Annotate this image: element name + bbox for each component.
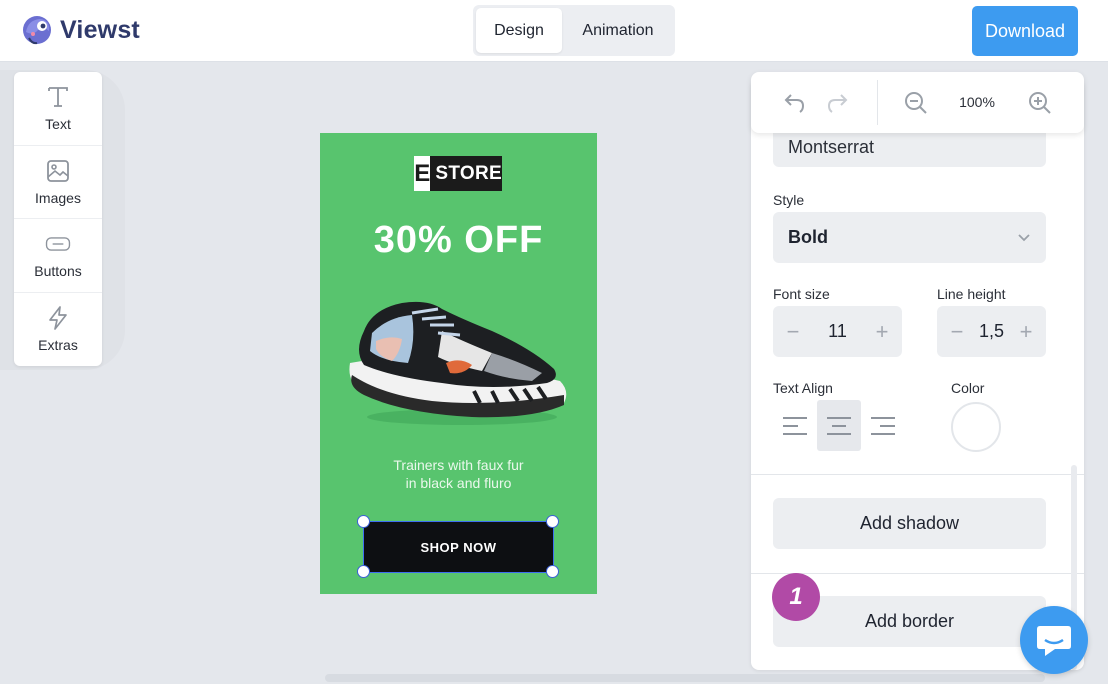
store-logo[interactable]: E STORE [414, 156, 502, 191]
sneaker-image[interactable] [342, 291, 572, 431]
tool-images-label: Images [35, 189, 81, 206]
align-center-button[interactable] [817, 400, 861, 451]
chat-button[interactable] [1020, 606, 1088, 674]
resize-handle-top-left[interactable] [357, 515, 370, 528]
top-bar: Viewst Design Animation Download [0, 0, 1108, 62]
line-height-stepper[interactable]: − 1,5 + [937, 306, 1046, 357]
step-badge: 1 [772, 573, 820, 621]
chevron-down-icon [1018, 233, 1030, 241]
line-height-label: Line height [937, 286, 1006, 302]
font-size-value[interactable]: 11 [828, 321, 847, 342]
font-size-decrement[interactable]: − [783, 319, 803, 345]
banner-headline[interactable]: 30% OFF [320, 219, 597, 262]
app-logo[interactable]: Viewst [20, 12, 140, 48]
resize-handle-bottom-right[interactable] [546, 565, 559, 578]
text-icon [48, 87, 68, 108]
banner-canvas[interactable]: E STORE 30% OFF Trainers with faux fur i… [320, 133, 597, 594]
banner-description-line-1: Trainers with faux fur [393, 457, 524, 473]
tools-sidebar: Text Images Buttons Extras [14, 72, 102, 366]
chat-bubble-icon [1037, 626, 1071, 656]
add-shadow-button[interactable]: Add shadow [773, 498, 1046, 549]
align-center-icon [827, 416, 851, 435]
align-right-button[interactable] [861, 400, 905, 451]
color-label: Color [951, 380, 985, 396]
history-zoom-bar: 100% [751, 72, 1084, 133]
zoom-value: 100% [959, 94, 995, 110]
chameleon-logo-icon [23, 16, 51, 45]
line-height-value[interactable]: 1,5 [979, 321, 1004, 342]
text-align-group [773, 400, 905, 451]
store-logo-letter: E [414, 156, 431, 191]
tool-extras[interactable]: Extras [14, 293, 102, 367]
font-size-increment[interactable]: + [872, 319, 892, 345]
app-name: Viewst [60, 15, 140, 44]
zoom-out-icon[interactable] [903, 90, 929, 116]
zoom-bar-separator [877, 80, 878, 125]
banner-description-line-2: in black and fluro [405, 475, 512, 491]
line-height-increment[interactable]: + [1016, 319, 1036, 345]
tool-extras-label: Extras [38, 337, 78, 354]
line-height-decrement[interactable]: − [947, 319, 967, 345]
redo-icon[interactable] [825, 90, 851, 116]
font-size-stepper[interactable]: − 11 + [773, 306, 902, 357]
tool-text-label: Text [45, 116, 71, 133]
button-icon [45, 237, 71, 252]
mode-switch: Design Animation [473, 5, 675, 56]
zoom-in-icon[interactable] [1027, 90, 1053, 116]
canvas-horizontal-scrollbar[interactable] [325, 674, 1045, 682]
panel-divider [751, 474, 1084, 475]
style-value: Bold [788, 227, 828, 247]
download-button[interactable]: Download [972, 6, 1078, 56]
align-right-icon [871, 416, 895, 435]
tab-design[interactable]: Design [476, 8, 562, 53]
tool-text[interactable]: Text [14, 72, 102, 146]
font-family-select[interactable]: Montserrat [773, 127, 1046, 167]
align-left-button[interactable] [773, 400, 817, 451]
tab-animation[interactable]: Animation [564, 8, 672, 53]
shop-now-button[interactable]: SHOP NOW [363, 521, 554, 573]
resize-handle-bottom-left[interactable] [357, 565, 370, 578]
font-size-label: Font size [773, 286, 830, 302]
store-logo-word: STORE [435, 162, 502, 184]
color-swatch[interactable] [951, 402, 1001, 452]
banner-description[interactable]: Trainers with faux fur in black and flur… [360, 456, 557, 492]
align-left-icon [783, 416, 807, 435]
resize-handle-top-right[interactable] [546, 515, 559, 528]
text-align-label: Text Align [773, 380, 833, 396]
lightning-icon [49, 306, 67, 331]
tool-buttons-label: Buttons [34, 263, 82, 280]
tool-images[interactable]: Images [14, 146, 102, 219]
tool-buttons[interactable]: Buttons [14, 219, 102, 293]
undo-icon[interactable] [781, 90, 807, 116]
image-icon [47, 159, 69, 182]
style-label: Style [773, 192, 805, 208]
style-select[interactable]: Bold [773, 212, 1046, 263]
